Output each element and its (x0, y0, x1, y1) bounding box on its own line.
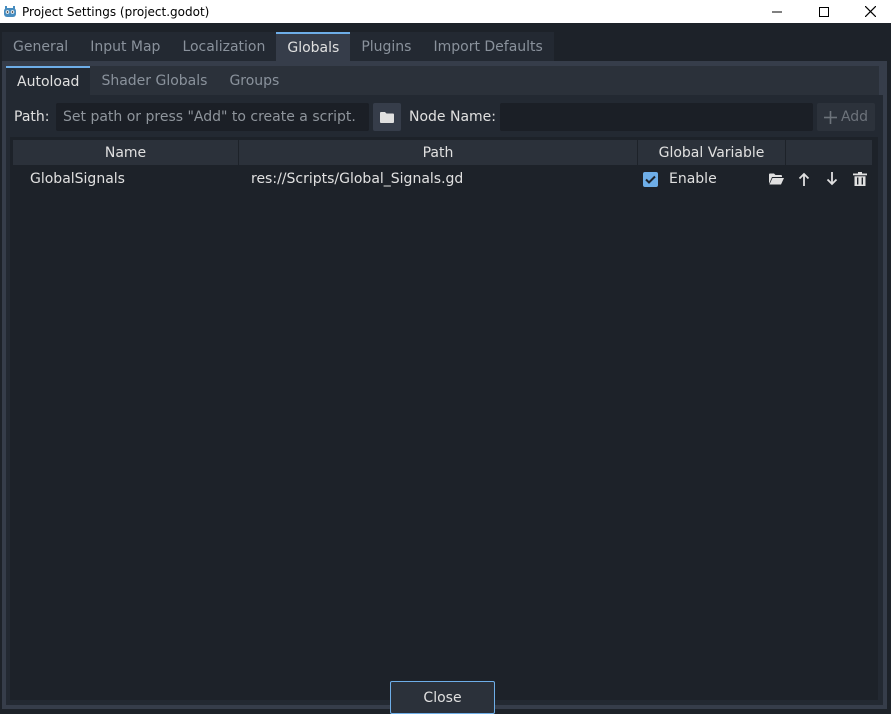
column-global-variable[interactable]: Global Variable (638, 140, 786, 165)
trash-icon (853, 172, 867, 186)
folder-open-icon (768, 173, 784, 185)
column-name[interactable]: Name (13, 140, 239, 165)
node-name-label: Node Name: (409, 109, 497, 125)
tab-general[interactable]: General (2, 32, 80, 61)
column-actions (786, 140, 872, 165)
tab-groups[interactable]: Groups (218, 66, 291, 95)
browse-path-button[interactable] (373, 103, 401, 131)
open-script-button[interactable] (766, 169, 786, 189)
close-button[interactable]: Close (390, 681, 495, 714)
maximize-icon (819, 6, 829, 17)
path-input[interactable]: Set path or press "Add" to create a scri… (56, 103, 369, 131)
tab-shader-globals[interactable]: Shader Globals (90, 66, 219, 95)
row-name: GlobalSignals (30, 171, 125, 187)
remove-button[interactable] (850, 169, 870, 189)
move-down-button[interactable] (822, 169, 842, 189)
globals-panel: Autoload Shader Globals Groups Path: Set… (2, 61, 887, 709)
enable-label: Enable (669, 171, 717, 187)
maximize-button[interactable] (801, 0, 847, 23)
autoload-content: Path: Set path or press "Add" to create … (6, 95, 883, 705)
minimize-button[interactable] (754, 0, 800, 23)
table-header: Name Path Global Variable (13, 140, 872, 165)
plus-icon (823, 110, 837, 124)
arrow-up-icon (798, 172, 810, 186)
node-name-input[interactable] (500, 103, 813, 131)
add-button-label: Add (840, 109, 869, 125)
add-button[interactable]: Add (817, 103, 875, 131)
tab-localization[interactable]: Localization (171, 32, 277, 61)
column-path[interactable]: Path (239, 140, 638, 165)
tab-globals[interactable]: Globals (276, 32, 351, 61)
close-icon (864, 6, 876, 17)
tab-input-map[interactable]: Input Map (79, 32, 172, 61)
close-window-button[interactable] (847, 0, 891, 23)
sub-tab-bar: Autoload Shader Globals Groups (6, 66, 291, 95)
move-up-button[interactable] (794, 169, 814, 189)
sub-tab-bar-background (272, 66, 879, 95)
tab-import-defaults[interactable]: Import Defaults (422, 32, 554, 61)
project-settings-window: General Input Map Localization Globals P… (0, 23, 891, 714)
global-variable-toggle[interactable]: Enable (643, 165, 717, 193)
row-actions (766, 165, 870, 193)
minimize-icon (772, 11, 782, 12)
path-placeholder: Set path or press "Add" to create a scri… (63, 109, 356, 125)
table-row[interactable]: GlobalSignals res://Scripts/Global_Signa… (13, 165, 872, 193)
row-path: res://Scripts/Global_Signals.gd (251, 171, 464, 187)
path-label: Path: (14, 109, 50, 125)
tab-autoload[interactable]: Autoload (6, 66, 91, 95)
window-title: Project Settings (project.godot) (22, 4, 210, 19)
tab-plugins[interactable]: Plugins (350, 32, 423, 61)
title-bar: Project Settings (project.godot) (0, 0, 891, 23)
checkmark-icon (645, 175, 656, 184)
folder-icon (380, 112, 394, 123)
autoload-table: Name Path Global Variable GlobalSignals … (10, 137, 878, 700)
godot-icon (4, 5, 16, 17)
main-tab-bar: General Input Map Localization Globals P… (2, 32, 554, 61)
arrow-down-icon (826, 172, 838, 186)
enable-checkbox[interactable] (643, 171, 658, 187)
